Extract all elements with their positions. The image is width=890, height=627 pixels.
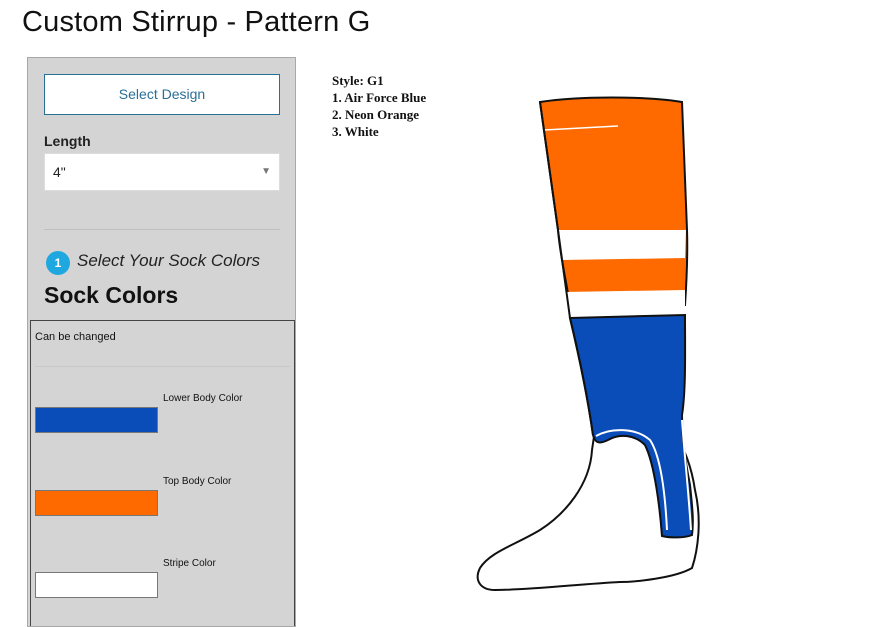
chevron-down-icon: ▼ (261, 166, 271, 177)
sock-stripe-1 (559, 230, 686, 260)
sock-colors-heading: Sock Colors (44, 282, 179, 308)
style-line: Style: G1 (332, 73, 384, 88)
stripe-color-label: Stripe Color (163, 558, 216, 569)
style-info: Style: G1 1. Air Force Blue 2. Neon Oran… (332, 72, 426, 140)
stripe-color-swatch[interactable] (35, 572, 158, 598)
length-dropdown[interactable]: 4" ▼ (44, 153, 280, 191)
length-label: Length (44, 133, 91, 149)
color-line-3: 3. White (332, 124, 379, 139)
box-divider (35, 366, 290, 367)
options-panel: Select Design Length 4" ▼ 1 Select Your … (27, 57, 296, 627)
top-body-color-swatch[interactable] (35, 490, 158, 516)
can-be-changed-note: Can be changed (35, 331, 116, 343)
color-line-1: 1. Air Force Blue (332, 90, 427, 105)
sock-colors-box: Can be changed Lower Body Color Top Body… (30, 320, 295, 626)
sock-stripe-2 (564, 290, 685, 318)
top-body-color-label: Top Body Color (163, 476, 232, 487)
step-number-badge: 1 (46, 251, 70, 275)
sock-preview (476, 96, 700, 592)
page-title: Custom Stirrup - Pattern G (22, 6, 371, 38)
lower-body-color-swatch[interactable] (35, 407, 158, 433)
color-line-2: 2. Neon Orange (332, 107, 420, 122)
length-value: 4" (53, 164, 66, 180)
panel-divider (44, 229, 280, 230)
step-label: Select Your Sock Colors (77, 251, 260, 270)
lower-body-color-label: Lower Body Color (163, 393, 243, 404)
select-design-button[interactable]: Select Design (44, 74, 280, 115)
